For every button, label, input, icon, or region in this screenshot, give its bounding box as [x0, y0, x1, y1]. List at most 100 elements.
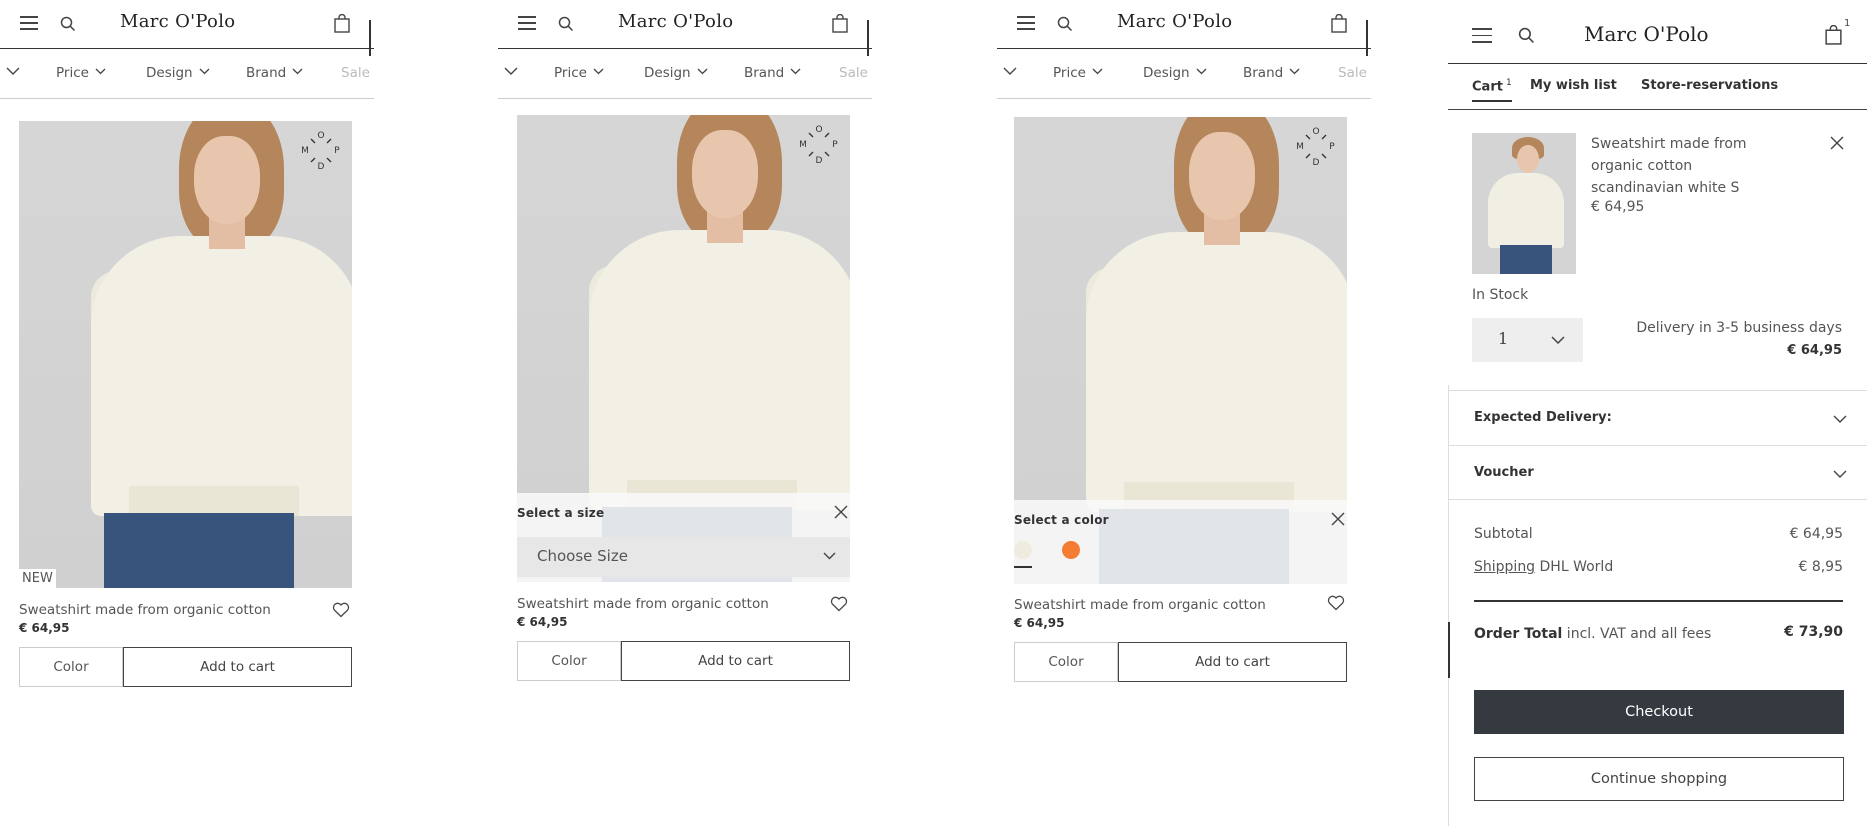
checkout-button[interactable]: Checkout [1474, 690, 1844, 734]
shopping-bag-icon[interactable] [334, 14, 350, 33]
color-swatch-white[interactable] [1014, 541, 1032, 559]
filter-sale[interactable]: Sale [341, 65, 370, 81]
monogram-letter: D [816, 156, 823, 165]
filter-label: Brand [744, 65, 785, 81]
search-icon[interactable] [558, 16, 574, 32]
product-name[interactable]: Sweatshirt made from organic cotton [1014, 597, 1266, 613]
filter-brand[interactable]: Brand [246, 65, 303, 81]
filter-label: Price [554, 65, 587, 81]
add-to-cart-button[interactable]: Add to cart [1118, 642, 1347, 682]
chevron-down-icon [1551, 336, 1565, 344]
brand-logo[interactable]: Marc O'Polo [120, 11, 235, 32]
menu-icon[interactable] [1017, 16, 1035, 30]
shopping-bag-icon[interactable] [1825, 25, 1842, 45]
order-total-value: € 73,90 [1784, 624, 1843, 640]
expected-delivery-accordion[interactable]: Expected Delivery: [1448, 390, 1867, 445]
monogram-letter: P [334, 146, 340, 156]
monogram-letter: P [832, 140, 838, 150]
chevron-down-icon [1833, 470, 1847, 478]
bag-count-badge: 1 [1844, 18, 1851, 29]
menu-icon[interactable] [518, 16, 536, 30]
quantity-value: 1 [1498, 329, 1509, 348]
size-select-view: Marc O'Polo Price Design Brand Sale O M … [498, 0, 872, 826]
monogram-letter: P [1329, 142, 1335, 152]
color-swatch-orange[interactable] [1062, 541, 1080, 559]
close-icon[interactable] [1830, 136, 1844, 150]
product-image[interactable]: O M P D Select a color [1014, 117, 1347, 584]
continue-shopping-button[interactable]: Continue shopping [1474, 757, 1844, 801]
chevron-down-icon [95, 68, 106, 75]
monogram-letter: M [1296, 142, 1304, 152]
filter-design[interactable]: Design [1143, 65, 1207, 81]
cart-view: Marc O'Polo 1 Cart 1 My wish list Store-r… [1448, 0, 1867, 826]
tab-wishlist[interactable]: My wish list [1530, 78, 1617, 93]
tab-cart[interactable]: Cart 1 [1472, 78, 1512, 103]
brand-logo[interactable]: Marc O'Polo [1584, 22, 1709, 46]
monogram-letter: D [1313, 158, 1320, 167]
product-card: O M P D Select a color Sweatshirt made f… [1014, 117, 1347, 682]
filter-bar: Price Design Brand Sale [0, 49, 374, 99]
chevron-down-icon [1833, 415, 1847, 423]
filter-brand[interactable]: Brand [744, 65, 801, 81]
filter-sale[interactable]: Sale [839, 65, 868, 81]
product-list-view: Marc O'Polo Price Design Brand Sale O M … [0, 0, 374, 826]
size-dropdown[interactable]: Choose Size [517, 537, 850, 577]
search-icon[interactable] [60, 16, 76, 32]
add-to-cart-button[interactable]: Add to cart [123, 647, 352, 687]
filter-label: Design [146, 65, 193, 81]
filter-label: Price [1053, 65, 1086, 81]
cart-item-thumbnail[interactable] [1472, 133, 1576, 274]
shopping-bag-icon[interactable] [832, 14, 848, 33]
filter-design[interactable]: Design [146, 65, 210, 81]
cart-item-name[interactable]: Sweatshirt made from organic cotton scan… [1591, 133, 1781, 199]
menu-icon[interactable] [20, 16, 38, 30]
search-icon[interactable] [1518, 27, 1535, 44]
product-card: O M P D Select a size Choose Size Sweats… [517, 115, 850, 681]
product-image[interactable]: O M P D NEW [19, 121, 352, 588]
chevron-down-icon[interactable] [504, 66, 518, 76]
add-to-cart-button[interactable]: Add to cart [621, 641, 850, 681]
color-button[interactable]: Color [19, 647, 123, 687]
filter-sale[interactable]: Sale [1338, 65, 1367, 81]
close-icon[interactable] [1331, 512, 1345, 526]
filter-bar: Price Design Brand Sale [997, 49, 1371, 99]
wishlist-heart-icon[interactable] [830, 596, 848, 612]
color-button[interactable]: Color [1014, 642, 1118, 682]
shipping-value: € 8,95 [1798, 559, 1843, 575]
site-header: Marc O'Polo [498, 0, 872, 56]
filter-price[interactable]: Price [1053, 65, 1103, 81]
shipping-link[interactable]: Shipping [1474, 559, 1535, 575]
brand-logo[interactable]: Marc O'Polo [618, 11, 733, 32]
chevron-down-icon[interactable] [6, 66, 20, 76]
chevron-down-icon[interactable] [1003, 66, 1017, 76]
wishlist-heart-icon[interactable] [332, 602, 350, 618]
panel-divider [1448, 385, 1449, 826]
filter-label: Design [644, 65, 691, 81]
menu-icon[interactable] [1472, 28, 1492, 44]
site-header: Marc O'Polo 1 [1448, 0, 1867, 64]
site-header: Marc O'Polo [997, 0, 1371, 56]
brand-logo[interactable]: Marc O'Polo [1117, 11, 1232, 32]
monogram-letter: O [317, 131, 324, 141]
product-image[interactable]: O M P D Select a size Choose Size [517, 115, 850, 582]
color-button[interactable]: Color [517, 641, 621, 681]
filter-design[interactable]: Design [644, 65, 708, 81]
product-name[interactable]: Sweatshirt made from organic cotton [19, 602, 271, 618]
voucher-accordion[interactable]: Voucher [1448, 445, 1867, 500]
shopping-bag-icon[interactable] [1331, 14, 1347, 33]
filter-price[interactable]: Price [56, 65, 106, 81]
filter-brand[interactable]: Brand [1243, 65, 1300, 81]
close-icon[interactable] [834, 505, 848, 519]
quantity-select[interactable]: 1 [1472, 318, 1583, 362]
tab-store-reservations[interactable]: Store-reservations [1641, 78, 1778, 93]
search-icon[interactable] [1057, 16, 1073, 32]
product-name[interactable]: Sweatshirt made from organic cotton [517, 596, 769, 612]
wishlist-heart-icon[interactable] [1327, 595, 1345, 611]
new-badge: NEW [19, 569, 56, 588]
chevron-down-icon [593, 68, 604, 75]
shipping-row: Shipping DHL World [1474, 559, 1613, 575]
filter-price[interactable]: Price [554, 65, 604, 81]
order-total-title: Order Total [1474, 626, 1563, 642]
product-price: € 64,95 [517, 615, 568, 629]
brand-monogram-icon: O M P D [799, 125, 838, 165]
